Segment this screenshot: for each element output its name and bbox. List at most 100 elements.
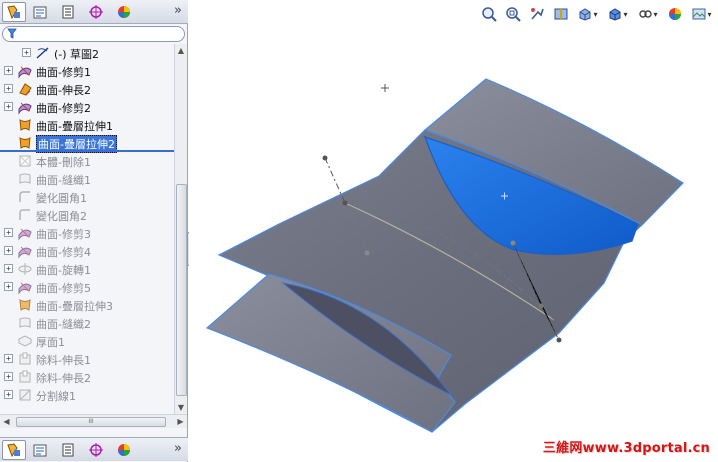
split-line-icon <box>17 387 33 403</box>
site-watermark: 三維网www.3dportal.cn <box>542 441 710 456</box>
property-manager-tab[interactable] <box>28 2 52 22</box>
tree-item[interactable]: 變化圓角2 <box>0 206 174 224</box>
scroll-right-arrow[interactable]: ▶ <box>174 415 187 429</box>
solidworks-window: » + (-) 草圖2 + 曲面-修剪1 + 曲面-伸長2 + 曲面-修剪2 曲面-疊層拉伸1 曲… <box>0 0 718 462</box>
tree-item[interactable]: 曲面-疊層拉伸1 <box>0 116 174 134</box>
tree-item-label: 曲面-旋轉1 <box>36 264 91 277</box>
sketch-point[interactable] <box>556 337 562 343</box>
expand-toggle[interactable]: + <box>4 228 13 237</box>
dimxpert-icon <box>89 443 103 457</box>
surface-knit-icon <box>17 315 33 331</box>
tree-item[interactable]: 變化圓角1 <box>0 188 174 206</box>
tree-item[interactable]: + 曲面-修剪4 <box>0 242 174 260</box>
tree-item[interactable]: 曲面-縫織1 <box>0 170 174 188</box>
tree-item[interactable]: + 除料-伸長2 <box>0 368 174 386</box>
tree-item[interactable]: + 曲面-伸長2 <box>0 80 174 98</box>
tree-item[interactable]: + 分割線1 <box>0 386 174 404</box>
tree-item[interactable]: 厚面1 <box>0 332 174 350</box>
tree-item[interactable]: + 除料-伸長1 <box>0 350 174 368</box>
sketch-point[interactable] <box>342 200 348 206</box>
expand-toggle[interactable]: + <box>4 66 13 75</box>
manager-tabbar-top: » <box>0 0 188 24</box>
expand-toggle[interactable]: + <box>4 372 13 381</box>
tree-item-label: 曲面-修剪1 <box>36 66 91 79</box>
property-manager-tab-bottom[interactable] <box>28 440 52 460</box>
model-graphics <box>205 78 684 433</box>
feature-manager-tab[interactable] <box>2 2 26 22</box>
tree-item-label: 曲面-縫織2 <box>36 318 91 331</box>
expand-toggle[interactable]: + <box>4 390 13 399</box>
tree-item-label: 曲面-修剪5 <box>36 282 91 295</box>
surface-trim-icon <box>17 243 33 259</box>
expand-toggle[interactable]: + <box>4 282 13 291</box>
tree-item-label: 變化圓角2 <box>36 210 87 223</box>
tree-item-label: 厚面1 <box>36 336 65 349</box>
sketch-point[interactable] <box>538 303 544 309</box>
surface-knit-icon <box>17 171 33 187</box>
tree-item-label: 曲面-疊層拉伸3 <box>36 300 113 313</box>
surface-loft-icon <box>17 117 33 133</box>
surface-trim-icon <box>17 63 33 79</box>
tree-item[interactable]: + 曲面-修剪1 <box>0 62 174 80</box>
scroll-down-arrow[interactable]: ▼ <box>175 401 187 414</box>
tree-item[interactable]: + 曲面-修剪5 <box>0 278 174 296</box>
manager-tabbar-bottom: » <box>0 437 188 461</box>
feature-tree-vertical-scrollbar[interactable]: ▲ ▼ <box>174 44 187 414</box>
horizontal-scroll-thumb[interactable]: III <box>16 417 166 427</box>
expand-toggle[interactable]: + <box>4 264 13 273</box>
expand-toggle[interactable]: + <box>4 354 13 363</box>
feature-manager-tab-bottom[interactable] <box>2 440 26 460</box>
tree-item-label: 曲面-縫織1 <box>36 174 91 187</box>
expand-toggle[interactable]: + <box>4 246 13 255</box>
tree-item[interactable]: + (-) 草圖2 <box>0 44 174 62</box>
tree-item[interactable]: + 曲面-修剪3 <box>0 224 174 242</box>
surface-trim-icon <box>17 279 33 295</box>
feature-manager-panel: » + (-) 草圖2 + 曲面-修剪1 + 曲面-伸長2 + 曲面-修剪2 曲面-疊層拉伸1 曲… <box>0 0 188 462</box>
surface-revolve-icon <box>17 261 33 277</box>
configuration-manager-tab[interactable] <box>56 2 80 22</box>
surface-loft-icon <box>17 297 33 313</box>
surface-extend-icon <box>17 81 33 97</box>
feature-tree: + (-) 草圖2 + 曲面-修剪1 + 曲面-伸長2 + 曲面-修剪2 曲面-疊層拉伸1 曲面-… <box>0 44 174 414</box>
scroll-up-arrow[interactable]: ▲ <box>175 44 187 57</box>
tree-item[interactable]: 曲面-縫織2 <box>0 314 174 332</box>
sketch-point[interactable] <box>322 155 328 161</box>
display-manager-icon <box>118 6 130 18</box>
tree-item[interactable]: 本體-刪除1 <box>0 152 174 170</box>
dimxpert-manager-tab[interactable] <box>84 2 108 22</box>
sketch-icon <box>35 45 51 61</box>
configuration-manager-icon <box>62 5 74 19</box>
tree-item-label: 除料-伸長2 <box>36 372 91 385</box>
property-manager-icon <box>33 444 47 457</box>
tree-item[interactable]: + 曲面-旋轉1 <box>0 260 174 278</box>
more-tabs-chevron[interactable]: » <box>174 3 182 18</box>
cut-extrude-icon <box>17 351 33 367</box>
tree-item-label: 曲面-修剪2 <box>36 102 91 115</box>
sketch-point[interactable] <box>364 250 370 256</box>
configuration-manager-icon <box>62 443 74 457</box>
feature-tree-filter[interactable] <box>2 26 185 42</box>
more-tabs-chevron-bottom[interactable]: » <box>174 441 182 456</box>
dimxpert-manager-tab-bottom[interactable] <box>84 440 108 460</box>
variable-fillet-icon <box>17 207 33 223</box>
display-manager-tab[interactable] <box>112 2 136 22</box>
display-manager-tab-bottom[interactable] <box>112 440 136 460</box>
tree-item[interactable]: + 曲面-修剪2 <box>0 98 174 116</box>
variable-fillet-icon <box>17 189 33 205</box>
sketch-point[interactable] <box>510 240 516 246</box>
feature-manager-icon <box>7 5 20 20</box>
configuration-manager-tab-bottom[interactable] <box>56 440 80 460</box>
rollback-bar[interactable] <box>0 150 174 152</box>
expand-toggle[interactable]: + <box>4 84 13 93</box>
tree-item-label: 曲面-伸長2 <box>36 84 91 97</box>
graphics-viewport[interactable]: 三維网www.3dportal.cn <box>189 0 718 462</box>
tree-item[interactable]: 曲面-疊層拉伸3 <box>0 296 174 314</box>
scroll-left-arrow[interactable]: ◀ <box>0 415 13 429</box>
thicken-icon <box>17 333 33 349</box>
tree-item-label: 曲面-疊層拉伸1 <box>36 120 113 133</box>
filter-icon <box>7 28 17 42</box>
expand-toggle[interactable]: + <box>4 102 13 111</box>
vertical-scroll-thumb[interactable] <box>176 184 187 396</box>
feature-tree-horizontal-scrollbar[interactable]: ◀ III ▶ <box>0 414 187 428</box>
expand-toggle[interactable]: + <box>22 48 31 57</box>
